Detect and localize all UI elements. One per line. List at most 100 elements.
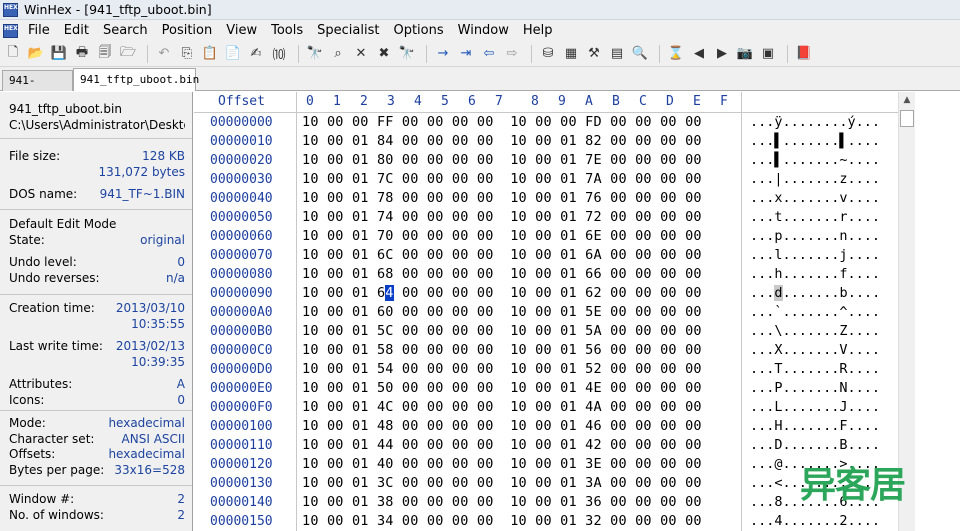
ascii-row[interactable]: ...\.......Z.... (750, 322, 898, 341)
ascii-row[interactable]: ...D.......B.... (750, 436, 898, 455)
hex-row[interactable]: 10 00 01 78 00 00 00 00 10 00 01 76 00 0… (302, 189, 742, 208)
goto-offset-icon[interactable]: → (433, 44, 453, 64)
ascii-cursor[interactable]: d (774, 285, 783, 301)
menu-window[interactable]: Window (452, 20, 517, 41)
find-hex-icon[interactable]: ⌕ (328, 44, 348, 64)
hex-row[interactable]: 10 00 01 60 00 00 00 00 10 00 01 5E 00 0… (302, 303, 742, 322)
properties-icon[interactable]: 🗐 (95, 44, 115, 64)
ascii-row[interactable]: ...h.......f.... (750, 265, 898, 284)
hex-row[interactable]: 10 00 01 38 00 00 00 00 10 00 01 36 00 0… (302, 493, 742, 512)
table-icon[interactable]: ▣ (758, 44, 778, 64)
offset-cell: 00000020 (210, 153, 273, 168)
new-file-icon[interactable]: 🗋 (3, 44, 23, 64)
hex-row[interactable]: 10 00 00 FF 00 00 00 00 10 00 00 FD 00 0… (302, 113, 742, 132)
ascii-row[interactable]: ...x.......v.... (750, 189, 898, 208)
ascii-row[interactable]: ...l.......j.... (750, 246, 898, 265)
tab-941-tftp-uboot[interactable]: 941_tftp_uboot.bin (73, 68, 199, 91)
hourglass-icon[interactable]: ⌛ (666, 44, 686, 64)
hex-row[interactable]: 10 00 01 64 00 00 00 00 10 00 01 62 00 0… (302, 284, 742, 303)
hex-row[interactable]: 10 00 01 7C 00 00 00 00 10 00 01 7A 00 0… (302, 170, 742, 189)
winhex-app-icon[interactable]: HEX (3, 2, 18, 17)
undo-icon[interactable]: ↶ (154, 44, 174, 64)
hex-row[interactable]: 10 00 01 58 00 00 00 00 10 00 01 56 00 0… (302, 341, 742, 360)
camera-icon[interactable]: 📷 (735, 44, 755, 64)
forward-icon[interactable]: ⇨ (502, 44, 522, 64)
find-again-icon[interactable]: 🔭 (397, 44, 417, 64)
binary-icon[interactable]: ⑽ (269, 44, 289, 64)
tab-941-8m[interactable]: 941-8m.bin (2, 70, 73, 106)
hex-row[interactable]: 10 00 01 68 00 00 00 00 10 00 01 66 00 0… (302, 265, 742, 284)
write-icon[interactable]: ✍ (246, 44, 266, 64)
save-icon[interactable]: 💾 (49, 44, 69, 64)
ascii-row[interactable]: ...▌.......▌.... (750, 132, 898, 151)
offset-cell: 000000E0 (210, 381, 273, 396)
help-book-icon[interactable]: 📕 (794, 44, 814, 64)
offset-cell: 00000090 (210, 286, 273, 301)
hex-row[interactable]: 10 00 01 5C 00 00 00 00 10 00 01 5A 00 0… (302, 322, 742, 341)
menu-search[interactable]: Search (97, 20, 156, 41)
menu-help[interactable]: Help (517, 20, 561, 41)
prev-icon[interactable]: ◀ (689, 44, 709, 64)
ascii-row[interactable]: ...`.......^.... (750, 303, 898, 322)
open-icon[interactable]: 📂 (26, 44, 46, 64)
replace-icon[interactable]: ✕ (351, 44, 371, 64)
hex-row[interactable]: 10 00 01 34 00 00 00 00 10 00 01 32 00 0… (302, 512, 742, 531)
hex-row[interactable]: 10 00 01 54 00 00 00 00 10 00 01 52 00 0… (302, 360, 742, 379)
calculator-icon[interactable]: ▤ (607, 44, 627, 64)
offset-cell: 00000060 (210, 229, 273, 244)
column-header-3: 3 (387, 94, 395, 109)
goto-icon[interactable]: ⇥ (456, 44, 476, 64)
menu-position[interactable]: Position (156, 20, 221, 41)
tools-icon[interactable]: ⚒ (584, 44, 604, 64)
find-icon[interactable]: 🔭 (305, 44, 325, 64)
hex-row[interactable]: 10 00 01 40 00 00 00 00 10 00 01 3E 00 0… (302, 455, 742, 474)
ascii-row[interactable]: ...▌.......~.... (750, 151, 898, 170)
menu-specialist[interactable]: Specialist (311, 20, 387, 41)
hex-row[interactable]: 10 00 01 70 00 00 00 00 10 00 01 6E 00 0… (302, 227, 742, 246)
hex-editor[interactable]: Offset 0 1 2 3 4 5 6 7 8 9 A B C D E F 00000000 00000010… (194, 92, 898, 531)
ascii-row[interactable]: ...d.......b.... (750, 284, 898, 303)
hex-row[interactable]: 10 00 01 74 00 00 00 00 10 00 01 72 00 0… (302, 208, 742, 227)
ascii-row[interactable]: ...ÿ........ý... (750, 113, 898, 132)
paste-icon[interactable]: 📋 (200, 44, 220, 64)
ascii-row[interactable]: ...H.......F.... (750, 417, 898, 436)
analyze-icon[interactable]: 🔍 (630, 44, 650, 64)
scroll-thumb[interactable] (900, 110, 914, 127)
back-icon[interactable]: ⇦ (479, 44, 499, 64)
scroll-up-icon[interactable]: ▲ (899, 92, 915, 108)
menu-view[interactable]: View (220, 20, 265, 41)
ram-icon[interactable]: ▦ (561, 44, 581, 64)
hex-bytes[interactable]: 10 00 00 FF 00 00 00 00 10 00 00 FD 00 0… (302, 113, 742, 531)
ascii-row[interactable]: ...p.......n.... (750, 227, 898, 246)
hex-row[interactable]: 10 00 01 50 00 00 00 00 10 00 01 4E 00 0… (302, 379, 742, 398)
disk-icon[interactable]: ⛁ (538, 44, 558, 64)
hex-row[interactable]: 10 00 01 4C 00 00 00 00 10 00 01 4A 00 0… (302, 398, 742, 417)
window-title: WinHex - [941_tftp_uboot.bin] (24, 2, 212, 17)
hex-row[interactable]: 10 00 01 80 00 00 00 00 10 00 01 7E 00 0… (302, 151, 742, 170)
ascii-row[interactable]: ...P.......N.... (750, 379, 898, 398)
ascii-row[interactable]: ...t.......r.... (750, 208, 898, 227)
next-icon[interactable]: ▶ (712, 44, 732, 64)
hex-row[interactable]: 10 00 01 44 00 00 00 00 10 00 01 42 00 0… (302, 436, 742, 455)
hex-row[interactable]: 10 00 01 3C 00 00 00 00 10 00 01 3A 00 0… (302, 474, 742, 493)
ascii-row[interactable]: ...T.......R.... (750, 360, 898, 379)
hex-row[interactable]: 10 00 01 48 00 00 00 00 10 00 01 46 00 0… (302, 417, 742, 436)
hex-cursor[interactable]: 4 (385, 285, 394, 301)
menu-options[interactable]: Options (387, 20, 451, 41)
attributes-label: Attributes: (9, 377, 73, 392)
document-menu-icon[interactable]: HEX (3, 23, 18, 38)
ascii-row[interactable]: ...L.......J.... (750, 398, 898, 417)
print-icon[interactable]: 🖶 (72, 44, 92, 64)
menu-file[interactable]: File (22, 20, 58, 41)
ascii-row[interactable]: ...X.......V.... (750, 341, 898, 360)
menu-tools[interactable]: Tools (265, 20, 311, 41)
ascii-row[interactable]: ...|.......z.... (750, 170, 898, 189)
open-folder-icon[interactable]: 🗁 (118, 44, 138, 64)
hex-row[interactable]: 10 00 01 84 00 00 00 00 10 00 01 82 00 0… (302, 132, 742, 151)
clipboard-icon[interactable]: 📄 (223, 44, 243, 64)
menu-edit[interactable]: Edit (58, 20, 97, 41)
ascii-row[interactable]: ...4.......2.... (750, 512, 898, 531)
copy-icon[interactable]: ⎘ (177, 44, 197, 64)
hex-row[interactable]: 10 00 01 6C 00 00 00 00 10 00 01 6A 00 0… (302, 246, 742, 265)
replace-hex-icon[interactable]: ✖ (374, 44, 394, 64)
